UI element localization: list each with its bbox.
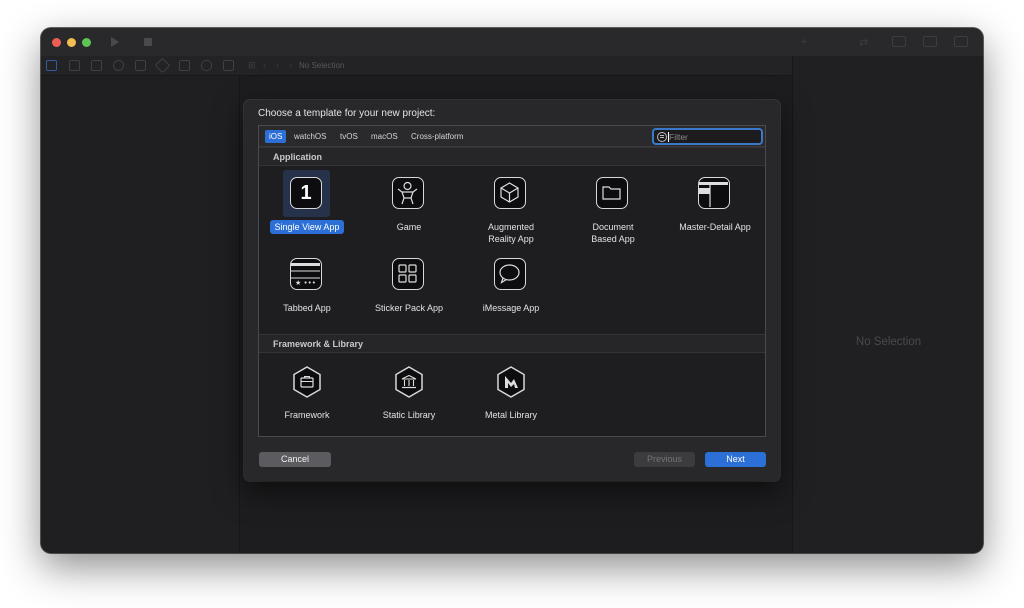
section-header-application: Application (259, 147, 765, 166)
forward-arrow-icon[interactable]: › (276, 60, 279, 70)
static-library-icon (395, 366, 423, 398)
title-bar: + ⇄ (41, 28, 983, 56)
template-master-detail-app[interactable]: Master-Detail App (665, 170, 765, 245)
stop-icon[interactable] (144, 38, 152, 46)
framework-icon (293, 366, 321, 398)
template-augmented-reality-app[interactable]: Augmented Reality App (461, 170, 561, 245)
template-label: Static Library (382, 410, 436, 420)
game-icon (392, 177, 424, 209)
tab-watchos[interactable]: watchOS (290, 130, 330, 143)
template-sticker-pack-app[interactable]: Sticker Pack App (359, 251, 459, 326)
template-label: Single View App (269, 220, 345, 234)
section-title: Application (273, 152, 322, 162)
jump-grid-icon[interactable]: ⊞ (248, 60, 256, 71)
template-label: Tabbed App (283, 303, 331, 313)
find-navigator-icon[interactable] (113, 60, 124, 71)
template-label: Metal Library (484, 410, 538, 420)
tab-ios[interactable]: iOS (265, 130, 287, 143)
template-framework[interactable]: Framework (257, 358, 357, 433)
section-title: Framework & Library (273, 339, 364, 349)
test-navigator-icon[interactable] (154, 57, 171, 74)
breakpoint-navigator-icon[interactable] (201, 60, 212, 71)
platform-tab-bar: iOS watchOS tvOS macOS Cross-platform (259, 126, 765, 147)
tab-macos[interactable]: macOS (367, 130, 402, 143)
symbol-navigator-icon[interactable] (91, 60, 102, 71)
debug-navigator-icon[interactable] (179, 60, 190, 71)
cancel-button[interactable]: Cancel (259, 452, 331, 467)
svg-text:★ •••: ★ ••• (295, 279, 316, 287)
report-navigator-icon[interactable] (223, 60, 234, 71)
code-review-icon[interactable]: ⇄ (859, 36, 868, 49)
zoom-window-button[interactable] (82, 38, 91, 47)
template-static-library[interactable]: Static Library (359, 358, 459, 433)
filter-input[interactable] (669, 131, 757, 143)
document-based-icon (596, 177, 628, 209)
filter-field[interactable] (652, 128, 763, 145)
inspector-empty-label: No Selection (855, 336, 922, 348)
issue-navigator-icon[interactable] (135, 60, 146, 71)
debug-area-toggle-icon[interactable] (923, 36, 937, 47)
text-caret (668, 132, 669, 142)
inspector-pane: No Selection (792, 56, 983, 553)
template-label: iMessage App (482, 303, 540, 313)
template-tabbed-app[interactable]: ★ ••• Tabbed App (257, 251, 357, 326)
navigator-toggle-icon[interactable] (892, 36, 906, 47)
previous-button[interactable]: Previous (634, 452, 695, 467)
back-arrow-icon[interactable]: ‹ (263, 60, 266, 70)
chevron-right-icon: › (289, 60, 292, 70)
augmented-reality-icon (494, 177, 526, 209)
close-window-button[interactable] (52, 38, 61, 47)
imessage-icon (494, 258, 526, 290)
master-detail-icon (698, 177, 730, 209)
template-single-view-app[interactable]: 1 Single View App (257, 170, 357, 245)
next-button[interactable]: Next (705, 452, 766, 467)
template-chooser: iOS watchOS tvOS macOS Cross-platform Ap… (258, 125, 766, 437)
jump-bar[interactable]: No Selection (299, 61, 344, 70)
library-icon[interactable]: + (801, 36, 807, 48)
sticker-pack-icon (392, 258, 424, 290)
sheet-title: Choose a template for your new project: (258, 108, 436, 119)
filter-icon (657, 132, 667, 142)
source-control-navigator-icon[interactable] (69, 60, 80, 71)
template-label: Framework (284, 410, 330, 420)
minimize-window-button[interactable] (67, 38, 76, 47)
template-game[interactable]: Game (359, 170, 459, 245)
template-label: Document Based App (591, 222, 635, 244)
project-navigator-icon[interactable] (46, 60, 57, 71)
inspector-toggle-icon[interactable] (954, 36, 968, 47)
tabbed-app-icon: ★ ••• (290, 258, 322, 290)
template-label: Game (396, 222, 422, 232)
metal-library-icon (497, 366, 525, 398)
tab-cross-platform[interactable]: Cross-platform (407, 130, 467, 143)
template-imessage-app[interactable]: iMessage App (461, 251, 561, 326)
tab-tvos[interactable]: tvOS (336, 130, 362, 143)
template-label: Sticker Pack App (374, 303, 444, 313)
template-metal-library[interactable]: Metal Library (461, 358, 561, 433)
navigator-pane (41, 76, 240, 553)
section-header-framework-library: Framework & Library (259, 334, 765, 353)
template-label: Augmented Reality App (487, 222, 535, 244)
single-view-app-icon: 1 (290, 177, 322, 209)
run-icon[interactable] (111, 37, 119, 47)
template-label: Master-Detail App (679, 222, 751, 232)
template-document-based-app[interactable]: Document Based App (563, 170, 663, 245)
new-project-sheet: Choose a template for your new project: … (244, 100, 780, 481)
